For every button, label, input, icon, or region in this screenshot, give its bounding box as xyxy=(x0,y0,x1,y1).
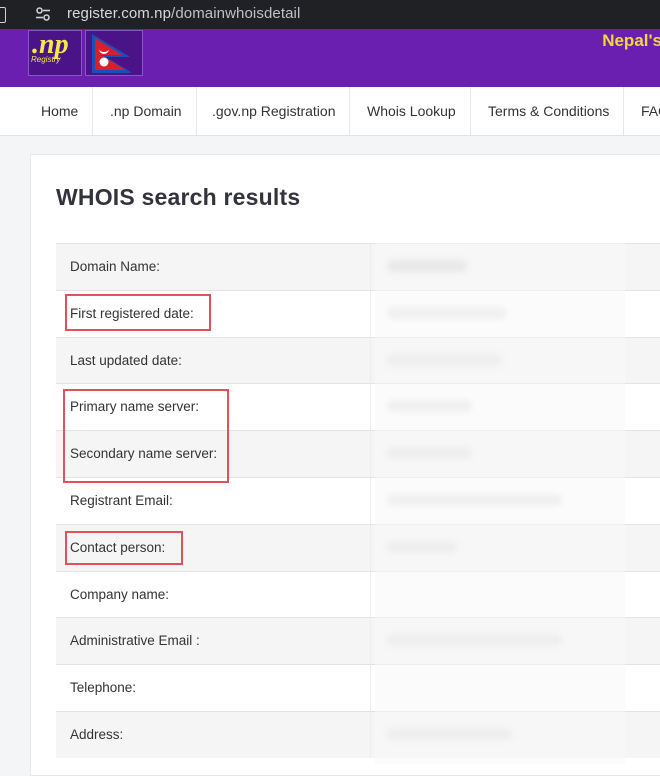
header-tagline: Nepal's xyxy=(602,31,660,50)
row-label: Telephone: xyxy=(70,680,137,696)
redaction-overlay xyxy=(375,243,625,764)
row-label: Administrative Email : xyxy=(70,633,200,649)
site-header: .np Registry Nepal's xyxy=(0,29,660,87)
highlight-box-name-servers xyxy=(63,389,229,483)
logo-subtext: Registry xyxy=(31,55,61,64)
np-registry-logo[interactable]: .np Registry xyxy=(28,29,82,76)
nav-item-terms-conditions[interactable]: Terms & Conditions xyxy=(474,87,625,135)
highlight-box-first-registered xyxy=(65,294,211,331)
row-label: Domain Name: xyxy=(70,259,161,274)
page-title: WHOIS search results xyxy=(56,184,301,210)
row-label: Last updated date: xyxy=(70,352,182,368)
nav-item-np-domain[interactable]: .np Domain xyxy=(96,87,197,135)
browser-address-bar: register.com.np/domainwhoisdetail xyxy=(0,0,660,29)
main-nav: Home .np Domain .gov.np Registration Who… xyxy=(0,87,660,136)
row-label: Address: xyxy=(70,726,124,742)
url-path: /domainwhoisdetail xyxy=(171,5,301,22)
nav-item-home[interactable]: Home xyxy=(27,87,94,135)
nav-item-gov-np-registration[interactable]: .gov.np Registration xyxy=(198,87,351,135)
highlight-box-contact-person xyxy=(65,531,183,565)
row-label: Registrant Email: xyxy=(70,492,173,508)
nepal-flag-icon xyxy=(85,30,143,76)
nav-item-whois-lookup[interactable]: Whois Lookup xyxy=(353,87,471,135)
url-field[interactable]: register.com.np/domainwhoisdetail xyxy=(67,5,300,22)
url-host: register.com.np xyxy=(67,5,172,22)
site-settings-icon[interactable] xyxy=(35,6,51,22)
sidebar-toggle-icon[interactable] xyxy=(0,7,6,23)
row-label: Company name: xyxy=(70,586,170,602)
nav-item-faq[interactable]: FAQ xyxy=(627,87,660,135)
